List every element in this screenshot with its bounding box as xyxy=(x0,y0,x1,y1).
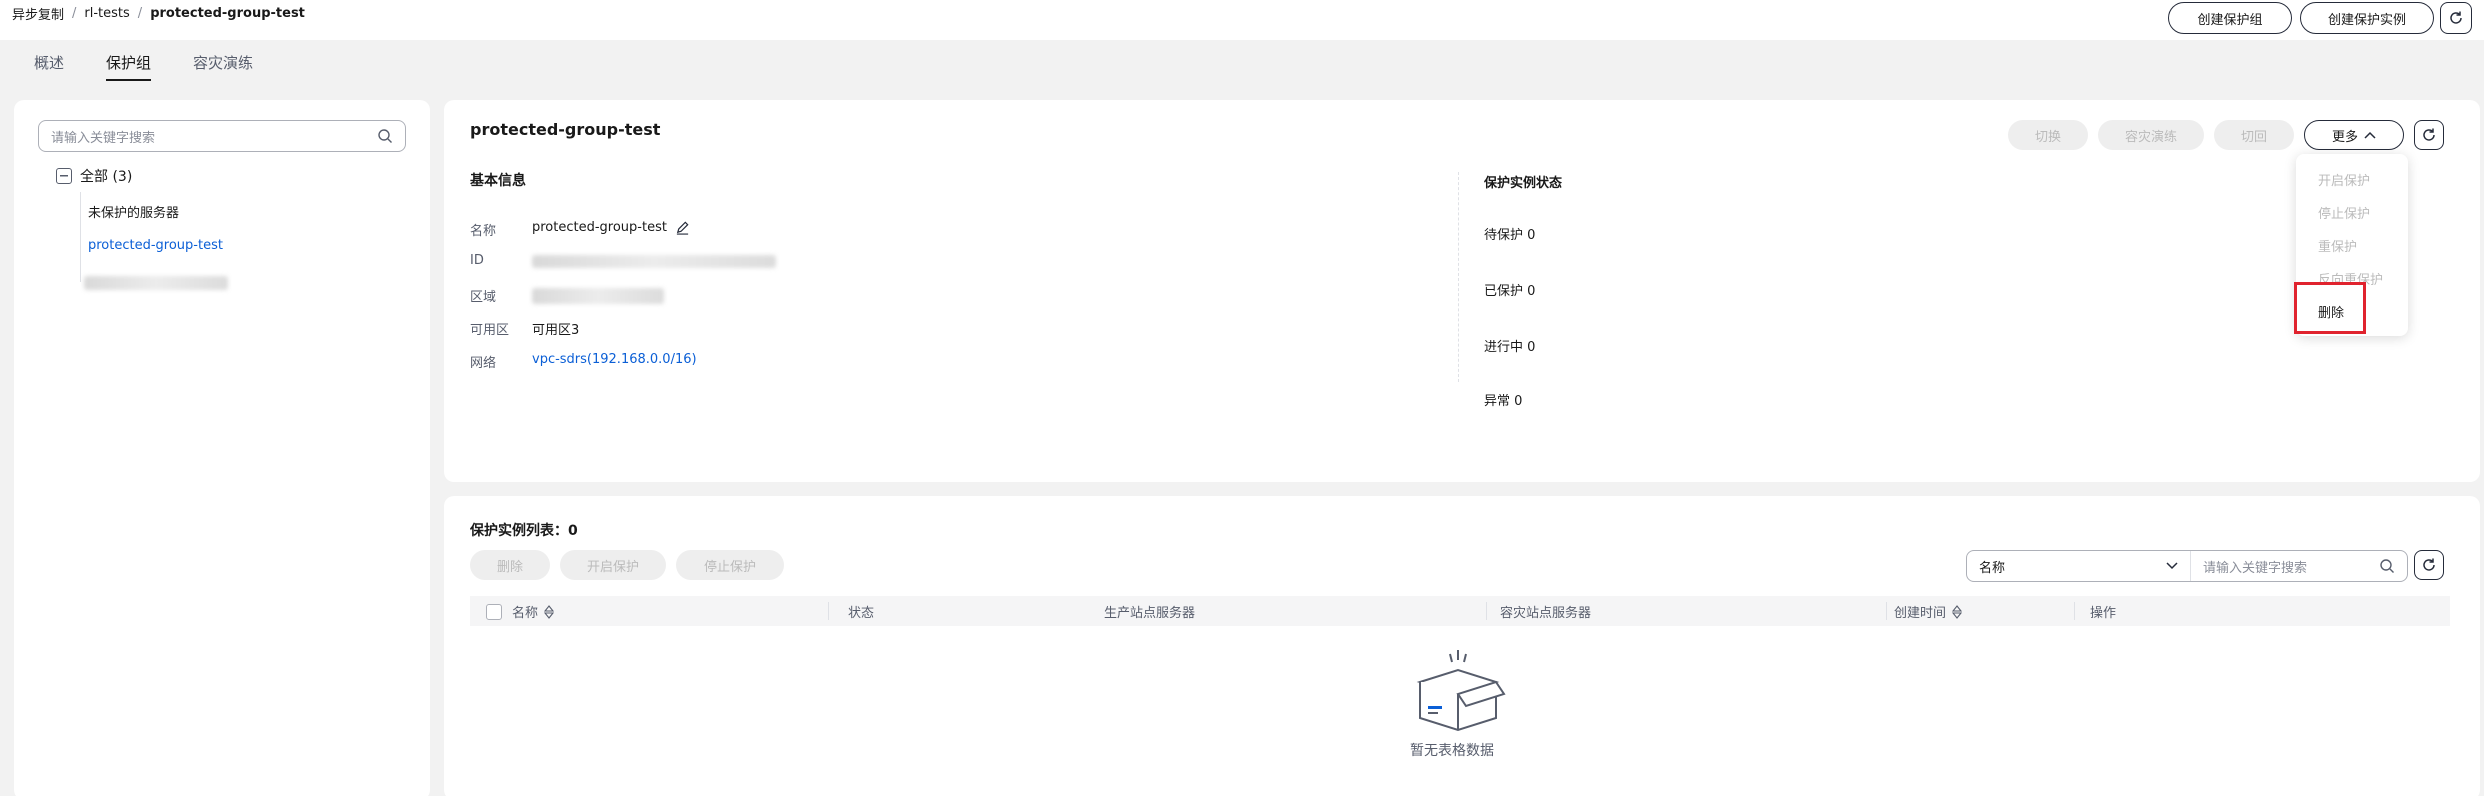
menu-item-stop-protection[interactable]: 停止保护 xyxy=(2318,203,2370,222)
tree-connector xyxy=(80,192,81,282)
breadcrumb-root[interactable]: 异步复制 xyxy=(12,4,64,23)
refresh-detail-button[interactable] xyxy=(2414,120,2444,150)
group-tree-panel: 请输入关键字搜索 全部 (3) 未保护的服务器 protected-group-… xyxy=(14,100,430,796)
empty-table-text: 暂无表格数据 xyxy=(1410,743,1494,759)
search-icon[interactable] xyxy=(377,128,393,144)
chevron-down-icon xyxy=(2166,562,2178,570)
breadcrumb-mid[interactable]: rl-tests xyxy=(84,6,129,21)
network-link[interactable]: vpc-sdrs(192.168.0.0/16) xyxy=(532,352,697,367)
tab-protection-group[interactable]: 保护组 xyxy=(106,52,152,81)
column-separator xyxy=(2074,602,2075,620)
column-separator xyxy=(1486,602,1487,620)
header-created-cell: 创建时间 xyxy=(1894,602,1963,621)
column-dr-server: 容灾站点服务器 xyxy=(1500,606,1592,621)
tree-item-protected-group-test[interactable]: protected-group-test xyxy=(88,238,223,253)
header-name-cell: 名称 xyxy=(486,602,555,621)
refresh-list-button[interactable] xyxy=(2414,550,2444,580)
select-all-checkbox[interactable] xyxy=(486,603,502,620)
dr-drill-button[interactable]: 容灾演练 xyxy=(2098,120,2204,150)
table-header: 名称 状态 生产站点服务器 容灾站点服务器 创建时间 操作 xyxy=(470,596,2450,626)
failback-button[interactable]: 切回 xyxy=(2214,120,2294,150)
column-name: 名称 xyxy=(512,606,539,621)
instance-status-title: 保护实例状态 xyxy=(1484,176,1563,191)
edit-icon[interactable] xyxy=(675,220,690,235)
more-button[interactable]: 更多 xyxy=(2304,120,2404,150)
status-error: 异常 0 xyxy=(1484,394,1523,409)
create-group-button[interactable]: 创建保护组 xyxy=(2168,2,2292,34)
column-separator xyxy=(1886,602,1887,620)
tab-dr-drill[interactable]: 容灾演练 xyxy=(193,52,253,81)
name-value: protected-group-test xyxy=(532,220,667,235)
sort-icon[interactable] xyxy=(1952,604,1963,619)
status-in-progress: 进行中 0 xyxy=(1484,340,1536,355)
tree-item-unprotected[interactable]: 未保护的服务器 xyxy=(88,202,179,221)
group-title: protected-group-test xyxy=(470,120,661,139)
tree-root-label: 全部 (3) xyxy=(80,169,133,185)
network-label: 网络 xyxy=(470,356,497,371)
column-operation: 操作 xyxy=(2090,606,2117,621)
create-instance-button[interactable]: 创建保护实例 xyxy=(2300,2,2434,34)
column-status: 状态 xyxy=(848,606,875,621)
refresh-button[interactable] xyxy=(2440,2,2472,34)
breadcrumb-separator: / xyxy=(137,6,143,21)
group-detail-card: protected-group-test 切换 容灾演练 切回 更多 基本信息 … xyxy=(444,100,2480,482)
column-production-server: 生产站点服务器 xyxy=(1104,606,1196,621)
tree-search-placeholder: 请输入关键字搜索 xyxy=(51,130,156,146)
filter-keyword-input[interactable]: 请输入关键字搜索 xyxy=(2191,557,2407,576)
switch-button[interactable]: 切换 xyxy=(2008,120,2088,150)
section-divider xyxy=(1458,172,1459,382)
filter-placeholder: 请输入关键字搜索 xyxy=(2203,560,2308,576)
breadcrumb: 异步复制 / rl-tests / protected-group-test xyxy=(12,4,305,23)
id-value-blurred xyxy=(532,255,776,268)
status-pending: 待保护 0 xyxy=(1484,228,1536,243)
chevron-up-icon xyxy=(2364,131,2376,139)
column-created-time: 创建时间 xyxy=(1894,606,1947,621)
id-label: ID xyxy=(470,253,484,268)
name-label: 名称 xyxy=(470,224,497,239)
stop-protection-button[interactable]: 停止保护 xyxy=(676,550,784,580)
az-label: 可用区 xyxy=(470,323,510,338)
region-value-blurred xyxy=(532,288,664,304)
menu-item-reprotect[interactable]: 重保护 xyxy=(2318,236,2357,255)
column-separator xyxy=(828,602,829,620)
filter-field-value: 名称 xyxy=(1979,560,2006,576)
refresh-icon xyxy=(2423,558,2435,571)
region-label: 区域 xyxy=(470,290,497,305)
empty-box-icon xyxy=(1416,650,1506,732)
breadcrumb-separator: / xyxy=(72,6,77,21)
refresh-icon xyxy=(2423,128,2435,141)
start-protection-button[interactable]: 开启保护 xyxy=(560,550,666,580)
collapse-icon[interactable] xyxy=(56,168,72,184)
tree-root-all[interactable]: 全部 (3) xyxy=(56,166,132,186)
sort-icon[interactable] xyxy=(544,604,555,619)
top-bar: 异步复制 / rl-tests / protected-group-test 创… xyxy=(0,0,2484,40)
search-icon[interactable] xyxy=(2379,558,2395,574)
tab-bar: 概述 保护组 容灾演练 xyxy=(34,52,253,81)
breadcrumb-current: protected-group-test xyxy=(150,6,305,21)
instance-filter: 名称 请输入关键字搜索 xyxy=(1966,550,2408,582)
blurred-tree-item[interactable] xyxy=(84,276,228,290)
tree-search-input[interactable]: 请输入关键字搜索 xyxy=(38,120,406,152)
status-protected: 已保护 0 xyxy=(1484,284,1536,299)
az-value: 可用区3 xyxy=(532,323,580,338)
delete-instance-button[interactable]: 删除 xyxy=(470,550,550,580)
more-label: 更多 xyxy=(2331,129,2358,145)
tab-overview[interactable]: 概述 xyxy=(34,52,64,81)
menu-item-start-protection[interactable]: 开启保护 xyxy=(2318,170,2370,189)
name-value-row: protected-group-test xyxy=(532,220,690,235)
refresh-icon xyxy=(2450,11,2462,24)
filter-field-select[interactable]: 名称 xyxy=(1967,551,2191,581)
instance-list-title: 保护实例列表：0 xyxy=(470,523,578,539)
highlight-box xyxy=(2294,282,2366,334)
basic-info-title: 基本信息 xyxy=(470,173,526,189)
